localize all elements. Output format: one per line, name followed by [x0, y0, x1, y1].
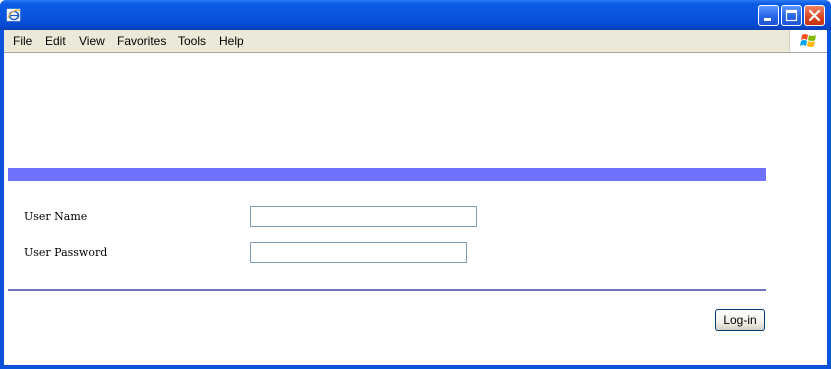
ie-icon: [6, 7, 22, 23]
close-button[interactable]: [804, 5, 825, 26]
browser-frame: File Edit View Favorites Tools Help User…: [4, 30, 827, 365]
divider-line: [8, 289, 766, 291]
login-button[interactable]: Log-in: [715, 309, 765, 331]
user-name-input[interactable]: [250, 206, 477, 227]
minimize-icon: [764, 18, 771, 21]
minimize-button[interactable]: [758, 5, 779, 26]
menu-edit[interactable]: Edit: [45, 34, 66, 48]
title-bar[interactable]: [0, 0, 831, 30]
browser-window: File Edit View Favorites Tools Help User…: [0, 0, 831, 369]
maximize-icon: [785, 9, 798, 22]
close-icon: [808, 9, 821, 22]
menu-file[interactable]: File: [13, 34, 32, 48]
menu-help[interactable]: Help: [219, 34, 244, 48]
page-content: User Name User Password Log-in: [4, 53, 827, 365]
user-password-label: User Password: [24, 246, 108, 259]
header-banner: [8, 168, 766, 181]
menu-favorites[interactable]: Favorites: [117, 34, 166, 48]
user-password-input[interactable]: [250, 242, 467, 263]
menu-view[interactable]: View: [79, 34, 105, 48]
menu-tools[interactable]: Tools: [178, 34, 206, 48]
user-name-label: User Name: [24, 210, 88, 223]
maximize-button[interactable]: [781, 5, 802, 26]
windows-logo-icon: [789, 30, 827, 52]
menu-bar: File Edit View Favorites Tools Help: [4, 30, 827, 53]
